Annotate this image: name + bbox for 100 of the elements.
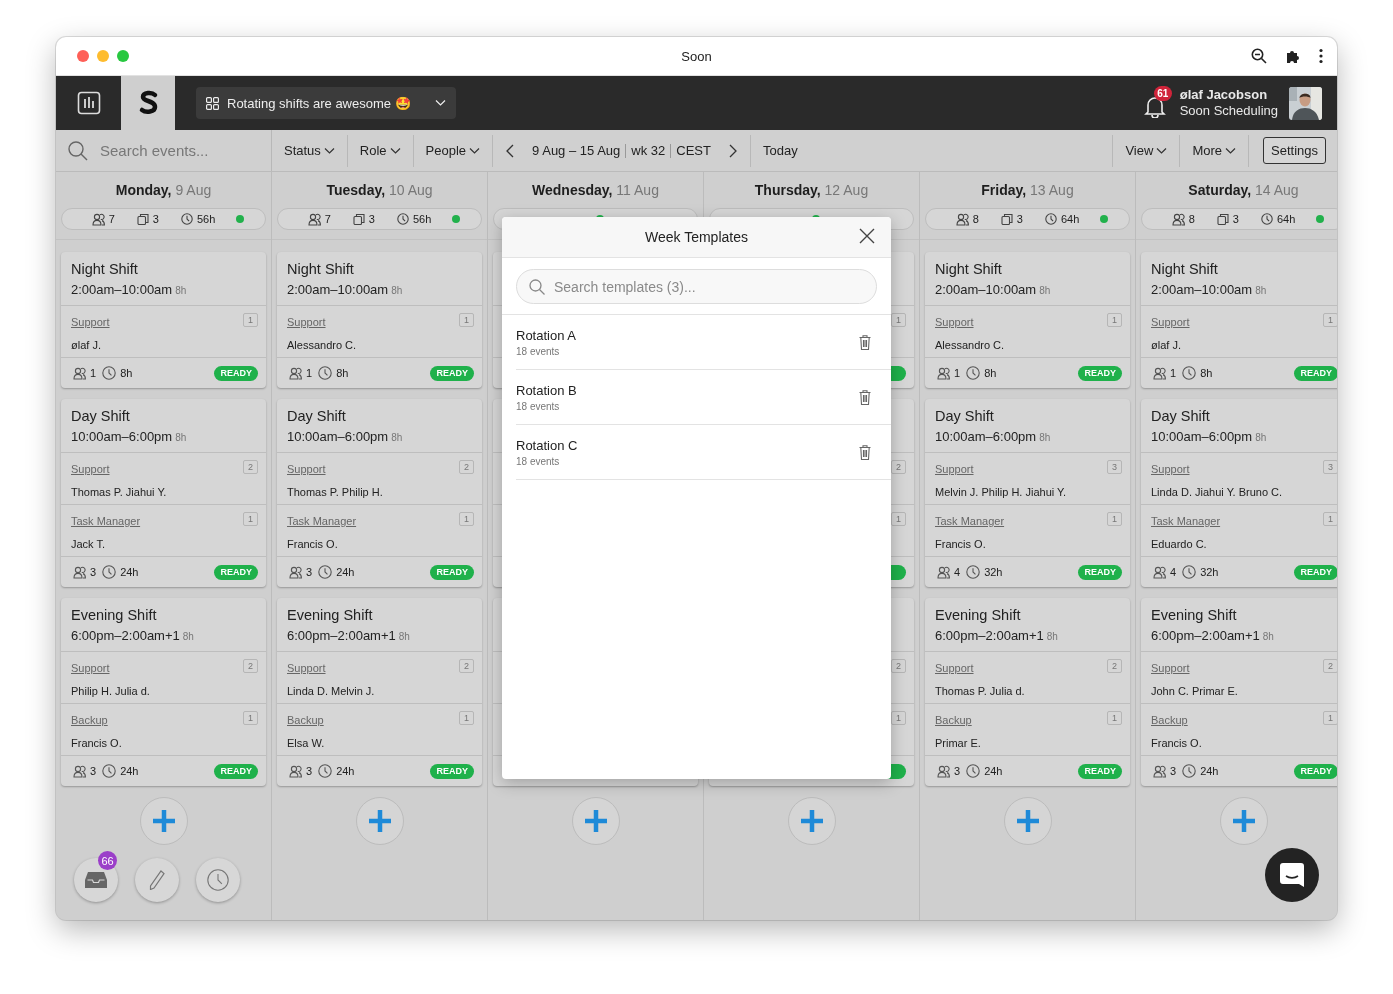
week-number: wk 32 (630, 143, 667, 158)
role-link[interactable]: Task Manager (71, 515, 141, 527)
people-icon (289, 565, 302, 579)
trash-icon[interactable] (859, 389, 871, 405)
role-link[interactable]: Support (287, 316, 326, 328)
trash-icon[interactable] (859, 444, 871, 460)
assigned-people: Thomas P. Julia d. (935, 685, 1026, 697)
template-name: Rotation B (516, 382, 578, 398)
day-heading: Saturday, 14 Aug (1187, 182, 1300, 200)
clock-icon (966, 764, 981, 778)
role-link[interactable]: Task Manager (1151, 515, 1221, 527)
add-shift-button[interactable] (571, 797, 620, 845)
inbox-icon (85, 871, 107, 889)
chevron-down-icon (1156, 146, 1168, 155)
role-link[interactable]: Support (1151, 316, 1190, 328)
people-count: 3 (306, 765, 313, 777)
shift-time: 6:00pm–2:00am+1 (287, 628, 396, 643)
settings-button[interactable]: Settings (1263, 137, 1326, 164)
search-field[interactable]: Search events... (98, 141, 262, 160)
maximize-button[interactable] (117, 50, 129, 62)
status-badge: READY (1294, 564, 1337, 580)
role-link[interactable]: Support (935, 463, 974, 475)
template-name: Rotation C (516, 437, 579, 453)
hours-total: 56h (196, 213, 216, 225)
grid-icon (206, 96, 219, 110)
role-link[interactable]: Backup (935, 714, 972, 726)
slot-count: 1 (1323, 313, 1337, 327)
role-link[interactable]: Backup (71, 714, 108, 726)
logo-tab[interactable] (121, 76, 175, 130)
slot-count: 1 (459, 512, 474, 526)
role-link[interactable]: Support (935, 662, 974, 674)
role-link[interactable]: Task Manager (287, 515, 357, 527)
template-item[interactable]: Rotation A 18 events (516, 315, 891, 370)
role-link[interactable]: Backup (287, 714, 324, 726)
timezone: CEST (675, 143, 712, 158)
project-dropdown[interactable]: Rotating shifts are awesome 🤩 (196, 87, 456, 119)
people-icon (91, 212, 105, 226)
slot-count: 1 (459, 711, 474, 725)
close-button[interactable] (859, 228, 875, 244)
role-link[interactable]: Task Manager (935, 515, 1005, 527)
shift-title: Night Shift (1151, 261, 1219, 277)
assigned-people: Thomas P. Jiahui Y. (71, 486, 168, 498)
search-field[interactable]: Search templates (3)... (516, 269, 877, 304)
template-item[interactable]: Rotation C 18 events (516, 425, 891, 480)
role-link[interactable]: Backup (1151, 714, 1188, 726)
today-button[interactable]: Today (750, 137, 810, 164)
trash-icon[interactable] (859, 334, 871, 350)
assigned-people: Melvin J. Philip H. Jiahui Y. (935, 486, 1068, 498)
assigned-people: Alessandro C. (935, 339, 1006, 351)
zoom-out-icon[interactable] (1251, 48, 1267, 64)
clock-icon (396, 213, 409, 225)
role-link[interactable]: Support (1151, 662, 1190, 674)
event-count: 3 (1232, 213, 1239, 225)
role-link[interactable]: Support (71, 316, 110, 328)
filter-dropdown[interactable]: People (413, 137, 493, 164)
slot-count: 1 (1107, 711, 1122, 725)
role-link[interactable]: Support (71, 463, 110, 475)
role-link[interactable]: Support (287, 463, 326, 475)
shift-title: Day Shift (1151, 408, 1211, 424)
puzzle-icon[interactable] (1285, 48, 1301, 64)
minimize-button[interactable] (97, 50, 109, 62)
shift-duration: 8h (1262, 631, 1274, 642)
people-icon (73, 565, 86, 579)
chevron-right-icon (728, 143, 737, 158)
people-count: 4 (954, 566, 961, 578)
people-count: 3 (90, 765, 97, 777)
add-shift-button[interactable] (355, 797, 404, 845)
role-link[interactable]: Support (935, 316, 974, 328)
people-icon (289, 366, 302, 380)
clock-icon (102, 565, 117, 579)
menu-dropdown[interactable]: View (1113, 137, 1180, 164)
shift-title: Day Shift (71, 408, 131, 424)
more-icon[interactable] (1319, 48, 1323, 64)
clock-icon (1260, 213, 1273, 225)
shift-title: Evening Shift (1151, 607, 1238, 623)
status-badge: READY (1078, 564, 1122, 580)
hours-total: 8h (336, 367, 349, 379)
people-count: 7 (324, 213, 331, 225)
assigned-people: Linda D. Melvin J. (287, 685, 376, 697)
role-link[interactable]: Support (1151, 463, 1190, 475)
menu-dropdown[interactable]: More (1180, 137, 1248, 164)
role-link[interactable]: Support (287, 662, 326, 674)
add-shift-button[interactable] (787, 797, 836, 845)
people-icon (1153, 366, 1166, 380)
plus-icon (1230, 808, 1257, 834)
copy-icon (1000, 213, 1013, 225)
day-heading: Monday, 9 Aug (114, 182, 213, 200)
template-item[interactable]: Rotation B 18 events (516, 370, 891, 425)
notification-badge: 61 (1153, 86, 1172, 101)
plus-icon (1014, 808, 1041, 834)
shift-time: 10:00am–6:00pm (935, 429, 1037, 444)
filter-dropdown[interactable]: Role (347, 137, 413, 164)
add-shift-button[interactable] (139, 797, 188, 845)
role-link[interactable]: Support (71, 662, 110, 674)
filter-dropdown[interactable]: Status (272, 137, 347, 164)
day-heading: Wednesday, 11 Aug (531, 182, 660, 200)
add-shift-button[interactable] (1003, 797, 1052, 845)
chart-icon[interactable] (76, 91, 101, 115)
shift-duration: 8h (175, 432, 187, 443)
hours-total: 32h (984, 566, 1003, 578)
